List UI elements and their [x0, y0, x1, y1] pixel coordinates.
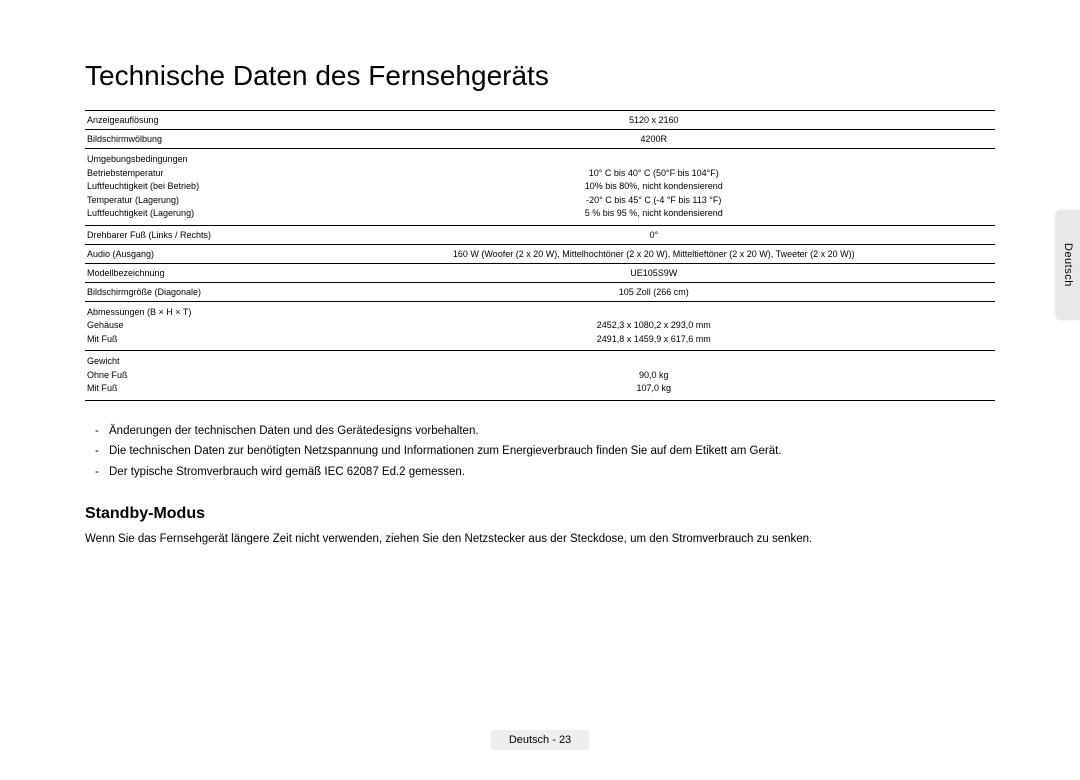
table-row: Anzeigeauflösung 5120 x 2160 [85, 111, 995, 130]
spec-subvalue: 107,0 kg [315, 382, 994, 396]
table-row: Audio (Ausgang) 160 W (Woofer (2 x 20 W)… [85, 244, 995, 263]
table-row: Bildschirmwölbung 4200R [85, 130, 995, 149]
spec-value: 0° [313, 225, 996, 244]
spec-label: Audio (Ausgang) [85, 244, 313, 263]
dash-icon: - [95, 421, 109, 442]
table-row: Abmessungen (B × H × T) Gehäuse Mit Fuß … [85, 301, 995, 351]
table-row: Bildschirmgröße (Diagonale) 105 Zoll (26… [85, 282, 995, 301]
page-footer: Deutsch - 23 [491, 730, 589, 750]
standby-heading: Standby-Modus [85, 505, 995, 523]
spec-label: Modellbezeichnung [85, 263, 313, 282]
spec-subvalue: 5 % bis 95 %, nicht kondensierend [315, 207, 994, 221]
note-line: -Die technischen Daten zur benötigten Ne… [95, 441, 995, 462]
standby-text: Wenn Sie das Fernsehgerät längere Zeit n… [85, 531, 995, 548]
spec-value: 105 Zoll (266 cm) [313, 282, 996, 301]
spec-subvalue: 90,0 kg [315, 369, 994, 383]
page-title: Technische Daten des Fernsehgeräts [85, 60, 995, 92]
page-content: Technische Daten des Fernsehgeräts Anzei… [0, 0, 1080, 578]
spec-label: Drehbarer Fuß (Links / Rechts) [85, 225, 313, 244]
note-line: -Änderungen der technischen Daten und de… [95, 421, 995, 442]
spec-value: 10° C bis 40° C (50°F bis 104°F) 10% bis… [313, 149, 996, 226]
spec-sublabel: Umgebungsbedingungen [87, 153, 311, 167]
spec-value: 160 W (Woofer (2 x 20 W), Mittelhochtöne… [313, 244, 996, 263]
language-tab[interactable]: Deutsch [1056, 210, 1080, 320]
note-text: Änderungen der technischen Daten und des… [109, 421, 479, 442]
spec-value: 2452,3 x 1080,2 x 293,0 mm 2491,8 x 1459… [313, 301, 996, 351]
spec-sublabel: Betriebstemperatur [87, 167, 311, 181]
spec-subvalue: 2452,3 x 1080,2 x 293,0 mm [315, 319, 994, 333]
spec-sublabel: Mit Fuß [87, 382, 311, 396]
spec-sublabel: Gehäuse [87, 319, 311, 333]
notes-block: -Änderungen der technischen Daten und de… [85, 421, 995, 483]
language-tab-label: Deutsch [1062, 243, 1074, 287]
spec-value: UE105S9W [313, 263, 996, 282]
spec-label: Bildschirmwölbung [85, 130, 313, 149]
spec-label: Umgebungsbedingungen Betriebstemperatur … [85, 149, 313, 226]
spec-subvalue [315, 153, 994, 167]
spec-subvalue: -20° C bis 45° C (-4 °F bis 113 °F) [315, 194, 994, 208]
spec-sublabel: Mit Fuß [87, 333, 311, 347]
spec-value: 90,0 kg 107,0 kg [313, 351, 996, 401]
spec-sublabel: Temperatur (Lagerung) [87, 194, 311, 208]
table-row: Modellbezeichnung UE105S9W [85, 263, 995, 282]
spec-sublabel: Abmessungen (B × H × T) [87, 306, 311, 320]
spec-sublabel: Ohne Fuß [87, 369, 311, 383]
spec-subvalue: 10% bis 80%, nicht kondensierend [315, 180, 994, 194]
note-text: Die technischen Daten zur benötigten Net… [109, 441, 782, 462]
spec-label: Abmessungen (B × H × T) Gehäuse Mit Fuß [85, 301, 313, 351]
spec-sublabel: Luftfeuchtigkeit (bei Betrieb) [87, 180, 311, 194]
spec-subvalue: 10° C bis 40° C (50°F bis 104°F) [315, 167, 994, 181]
spec-subvalue [315, 355, 994, 369]
table-row: Gewicht Ohne Fuß Mit Fuß 90,0 kg 107,0 k… [85, 351, 995, 401]
spec-subvalue: 2491,8 x 1459,9 x 617,6 mm [315, 333, 994, 347]
spec-sublabel: Luftfeuchtigkeit (Lagerung) [87, 207, 311, 221]
table-row: Umgebungsbedingungen Betriebstemperatur … [85, 149, 995, 226]
spec-label: Bildschirmgröße (Diagonale) [85, 282, 313, 301]
spec-subvalue [315, 306, 994, 320]
dash-icon: - [95, 462, 109, 483]
spec-value: 5120 x 2160 [313, 111, 996, 130]
note-line: -Der typische Stromverbrauch wird gemäß … [95, 462, 995, 483]
dash-icon: - [95, 441, 109, 462]
spec-table: Anzeigeauflösung 5120 x 2160 Bildschirmw… [85, 110, 995, 401]
spec-label: Gewicht Ohne Fuß Mit Fuß [85, 351, 313, 401]
spec-sublabel: Gewicht [87, 355, 311, 369]
spec-label: Anzeigeauflösung [85, 111, 313, 130]
table-row: Drehbarer Fuß (Links / Rechts) 0° [85, 225, 995, 244]
spec-value: 4200R [313, 130, 996, 149]
note-text: Der typische Stromverbrauch wird gemäß I… [109, 462, 465, 483]
